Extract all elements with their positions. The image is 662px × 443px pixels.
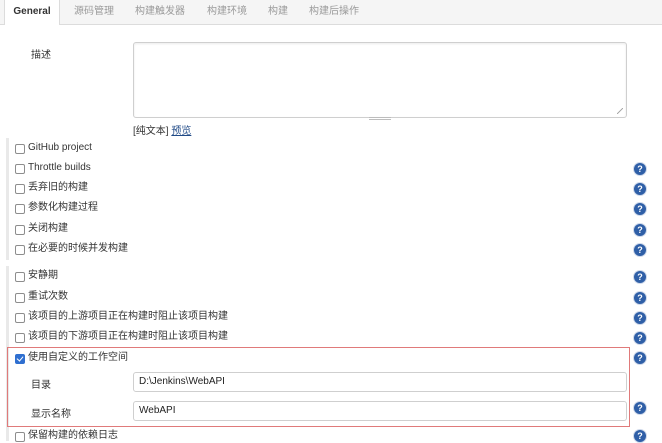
option-label: 使用自定义的工作空间 (28, 352, 128, 363)
tab-source-code-management[interactable]: 源码管理 (66, 0, 122, 24)
help-icon[interactable]: ? (634, 224, 646, 236)
option-label: 丢弃旧的构建 (28, 182, 88, 193)
checkbox[interactable] (15, 225, 25, 235)
format-plain-text: [纯文本] (133, 126, 169, 137)
help-icon[interactable]: ? (634, 183, 646, 195)
option-label: 在必要的时候并发构建 (28, 243, 128, 254)
option-label: 参数化构建过程 (28, 202, 98, 213)
checkbox[interactable] (15, 245, 25, 255)
checkbox-checked[interactable] (15, 354, 25, 364)
tab-general[interactable]: General (4, 0, 60, 25)
help-icon[interactable]: ? (634, 402, 646, 414)
checkbox[interactable] (15, 333, 25, 343)
help-icon[interactable]: ? (634, 203, 646, 215)
checkbox[interactable] (15, 293, 25, 303)
help-icon[interactable]: ? (634, 332, 646, 344)
checkbox[interactable] (15, 272, 25, 282)
tab-build-environment[interactable]: 构建环境 (200, 0, 254, 24)
option-label: GitHub project (28, 142, 92, 153)
option-label: 重试次数 (28, 291, 68, 302)
help-icon[interactable]: ? (634, 271, 646, 283)
option-label: Throttle builds (28, 162, 91, 173)
description-label: 描述 (31, 50, 51, 61)
checkbox[interactable] (15, 313, 25, 323)
option-label: 安静期 (28, 270, 58, 281)
checkbox[interactable] (15, 164, 25, 174)
tab-build-triggers[interactable]: 构建触发器 (128, 0, 192, 24)
checkbox[interactable] (15, 144, 25, 154)
description-format-line: [纯文本] 预览 (133, 122, 191, 137)
option-label: 该项目的上游项目正在构建时阻止该项目构建 (28, 311, 228, 322)
description-textarea[interactable] (133, 42, 627, 118)
help-icon[interactable]: ? (634, 244, 646, 256)
textarea-drag-handle[interactable] (369, 117, 391, 121)
tab-build[interactable]: 构建 (262, 0, 294, 24)
preview-link[interactable]: 预览 (171, 126, 191, 137)
directory-label: 目录 (31, 380, 51, 391)
section-divider (6, 138, 9, 260)
checkbox[interactable] (15, 184, 25, 194)
tab-post-build-actions[interactable]: 构建后操作 (302, 0, 366, 24)
option-label: 关闭构建 (28, 223, 68, 234)
help-icon[interactable]: ? (634, 352, 646, 364)
help-icon[interactable]: ? (634, 430, 646, 442)
help-icon[interactable]: ? (634, 292, 646, 304)
checkbox[interactable] (15, 204, 25, 214)
directory-input[interactable]: D:\Jenkins\WebAPI (133, 372, 627, 392)
display-name-label: 显示名称 (31, 409, 71, 420)
config-tab-bar: General 源码管理 构建触发器 构建环境 构建 构建后操作 (0, 0, 662, 25)
display-name-input[interactable]: WebAPI (133, 401, 627, 421)
help-icon[interactable]: ? (634, 163, 646, 175)
textarea-resize-grip[interactable] (617, 108, 623, 114)
option-label: 该项目的下游项目正在构建时阻止该项目构建 (28, 331, 228, 342)
help-icon[interactable]: ? (634, 312, 646, 324)
